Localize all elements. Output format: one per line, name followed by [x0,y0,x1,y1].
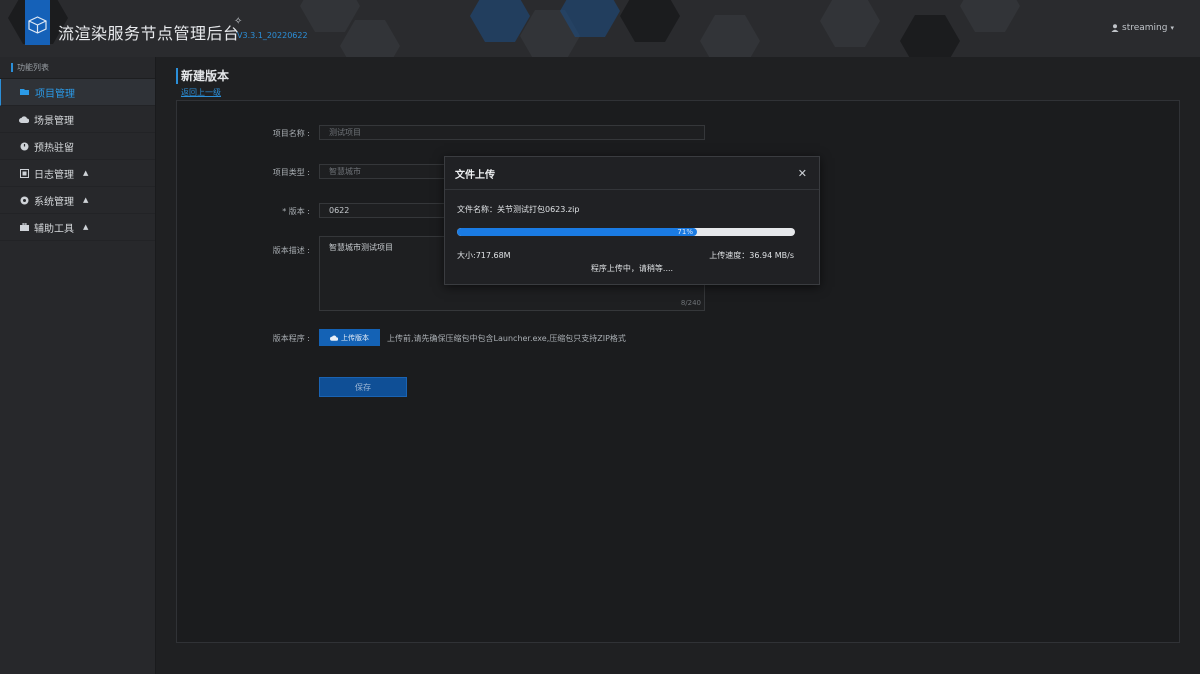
back-link[interactable]: 返回上一级 [181,87,221,98]
sidebar: 功能列表 项目管理 场景管理 预热驻留 日志管理 ▲ 系统管理 ▲ 辅助工具 ▲ [0,57,156,674]
description-text: 智慧城市测试项目 [329,243,393,252]
program-label: 版本程序 : [272,334,310,343]
settings-icon [19,195,29,205]
header-decoration [700,15,760,57]
upload-status: 程序上传中，请稍等.... [590,264,674,273]
caret-up-icon: ▲ [83,223,89,231]
save-button[interactable]: 保存 [319,377,407,397]
page-title: 新建版本 [176,68,229,84]
project-name-label: 项目名称 : [272,129,310,138]
upload-dialog: 文件上传 ✕ 文件名称：关节测试打包0623.zip 71% 大小:717.68… [444,156,820,285]
header-decoration [900,15,960,57]
description-label: 版本描述 : [272,246,310,255]
user-icon [1111,24,1119,32]
dialog-header: 文件上传 ✕ [445,157,819,190]
sidebar-item-log[interactable]: 日志管理 ▲ [0,160,155,187]
toolbox-icon [19,222,29,232]
header-decoration [620,0,680,42]
file-name: 文件名称：关节测试打包0623.zip [457,205,580,214]
dialog-title: 文件上传 [455,169,495,181]
upload-hint: 上传前,请先确保压缩包中包含Launcher.exe,压缩包只支持ZIP格式 [387,334,626,343]
sidebar-item-label: 场景管理 [34,115,74,127]
sidebar-item-label: 辅助工具 [34,223,74,235]
sidebar-heading-label: 功能列表 [17,63,49,72]
user-name: streaming [1122,23,1168,33]
caret-up-icon: ▲ [83,169,89,177]
sidebar-item-scene[interactable]: 场景管理 [0,106,155,133]
header-decoration [960,0,1020,32]
header-decoration [340,20,400,57]
project-type-label: 项目类型 : [272,168,310,177]
app-version: V3.3.1_20220622 [237,31,308,40]
upload-progress-bar: 71% [457,228,795,236]
sidebar-item-label: 预热驻留 [34,142,74,154]
log-icon [19,168,29,178]
app-title: 流渲染服务节点管理后台 [58,24,240,43]
heading-accent-bar [11,63,13,72]
version-label: * 版本 : [282,207,310,216]
sparkle-icon: ✧ [234,16,243,27]
upload-button-label: 上传版本 [341,333,369,342]
sidebar-item-project[interactable]: 项目管理 [0,79,155,106]
sidebar-item-tools[interactable]: 辅助工具 ▲ [0,214,155,241]
progress-percent: 71% [677,228,693,236]
header-decoration [820,0,880,47]
upload-speed: 上传速度：36.94 MB/s [709,251,794,260]
sidebar-item-system[interactable]: 系统管理 ▲ [0,187,155,214]
folder-open-icon [20,87,30,97]
sidebar-item-label: 项目管理 [35,88,75,100]
upload-version-button[interactable]: 上传版本 [319,329,380,346]
top-header: 流渲染服务节点管理后台 ✧ V3.3.1_20220622 streaming … [0,0,1200,57]
sidebar-item-preheat[interactable]: 预热驻留 [0,133,155,160]
cloud-icon [19,114,29,124]
cube-logo-icon [28,16,47,34]
app-logo [25,0,50,45]
description-counter: 8/240 [680,299,701,307]
user-menu[interactable]: streaming ▾ [1111,23,1174,33]
caret-up-icon: ▲ [83,196,89,204]
sidebar-item-label: 系统管理 [34,196,74,208]
close-icon[interactable]: ✕ [798,167,807,180]
sidebar-heading: 功能列表 [0,57,155,79]
sidebar-item-label: 日志管理 [34,169,74,181]
project-name-input[interactable]: 测试项目 [319,125,705,140]
file-size: 大小:717.68M [457,251,511,260]
caret-down-icon: ▾ [1170,24,1174,32]
power-icon [19,141,29,151]
cloud-upload-icon [330,335,338,341]
progress-fill: 71% [457,228,697,236]
